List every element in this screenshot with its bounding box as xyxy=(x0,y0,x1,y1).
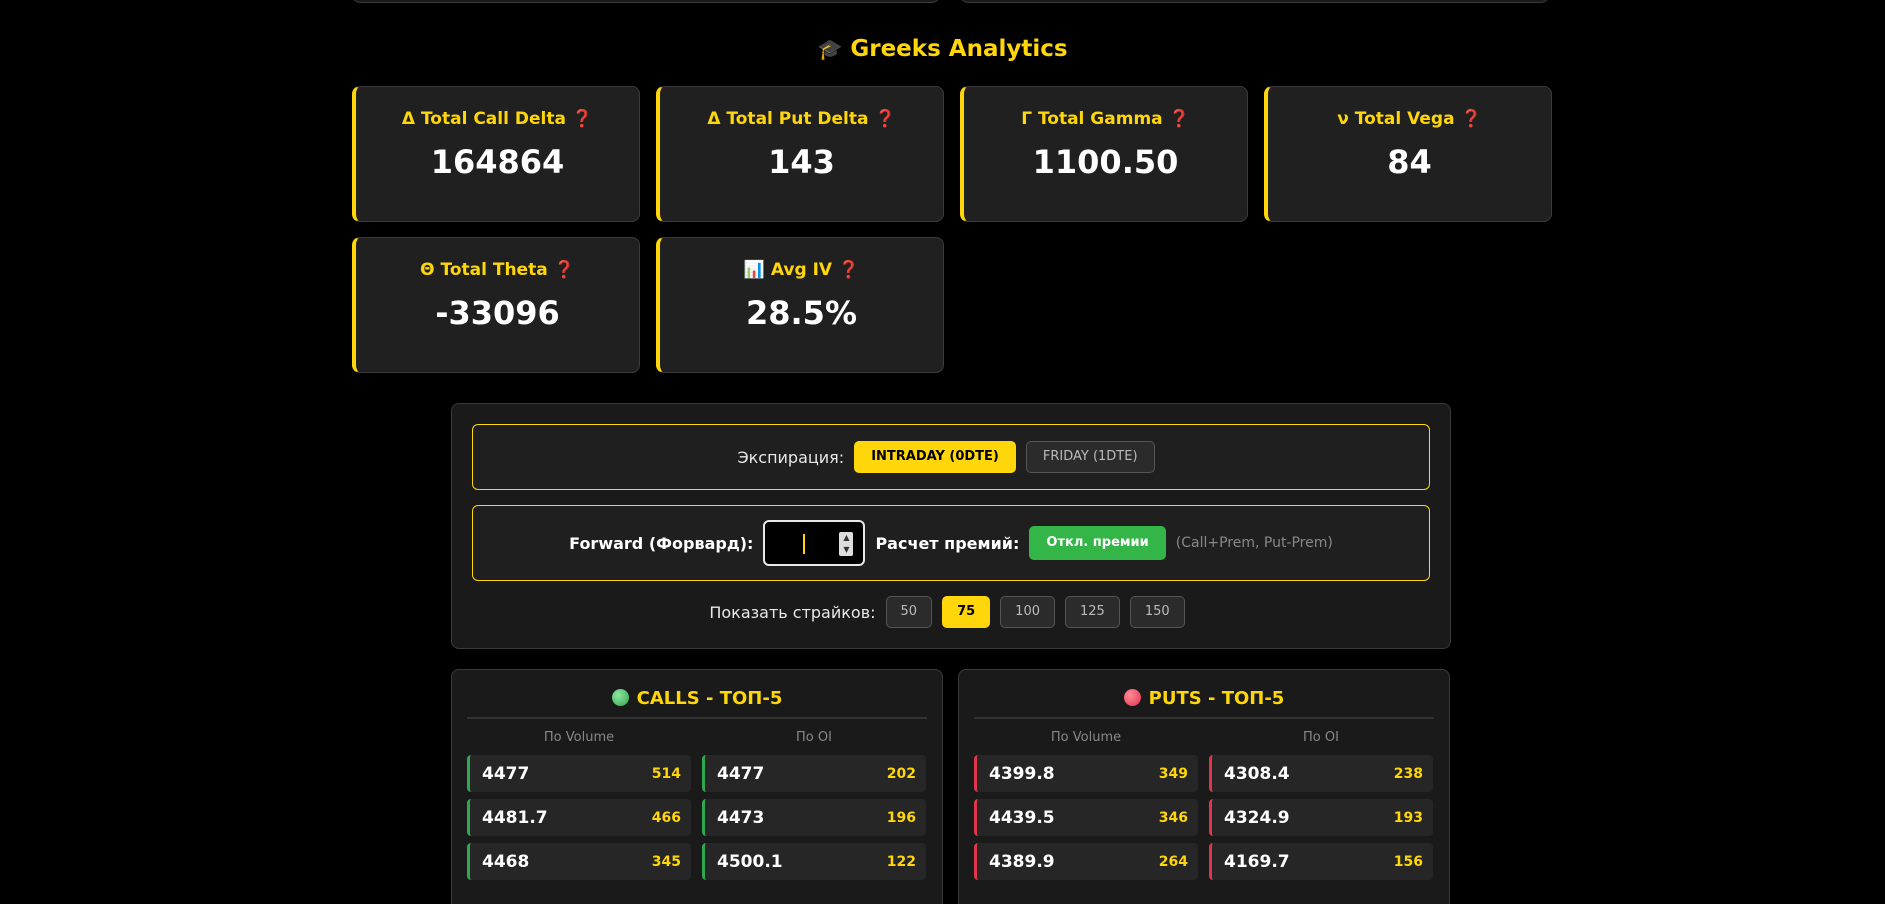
strikes-label: Показать страйков: xyxy=(709,602,876,622)
list-item[interactable]: 4169.7 156 xyxy=(1209,843,1433,880)
list-item[interactable]: 4500.1 122 xyxy=(702,843,926,880)
divider xyxy=(467,717,927,719)
calls-panel: CALLS - ТОП-5 По Volume По OI 4477 514 44… xyxy=(451,669,943,904)
premium-label: Расчет премий: xyxy=(875,533,1020,553)
help-icon[interactable]: ❓ xyxy=(1461,109,1482,129)
card-label: ν Total Vega ❓ xyxy=(1337,109,1482,129)
divider xyxy=(974,717,1434,719)
list-item[interactable]: 4473 196 xyxy=(702,799,926,836)
strikes-50-button[interactable]: 50 xyxy=(885,596,933,628)
expiration-row: Экспирация: INTRADAY (0DTE) FRIDAY (1DTE… xyxy=(472,424,1430,490)
card-label: Θ Total Theta ❓ xyxy=(420,260,575,280)
card-total-theta: Θ Total Theta ❓ -33096 xyxy=(352,237,640,373)
calls-title: CALLS - ТОП-5 xyxy=(452,688,942,709)
card-value: -33096 xyxy=(435,294,560,332)
card-value: 143 xyxy=(768,143,835,181)
card-total-gamma: Γ Total Gamma ❓ 1100.50 xyxy=(960,86,1248,222)
greeks-title-text: Greeks Analytics xyxy=(850,36,1068,62)
expiration-intraday-button[interactable]: INTRADAY (0DTE) xyxy=(854,441,1016,473)
calls-col-volume: По Volume xyxy=(543,730,615,745)
text-cursor xyxy=(803,534,809,554)
controls-panel: Экспирация: INTRADAY (0DTE) FRIDAY (1DTE… xyxy=(451,403,1451,649)
red-circle-icon xyxy=(1123,689,1141,706)
card-value: 164864 xyxy=(430,143,565,181)
card-label: Δ Total Put Delta ❓ xyxy=(707,109,896,129)
card-total-put-delta: Δ Total Put Delta ❓ 143 xyxy=(656,86,944,222)
strikes-125-button[interactable]: 125 xyxy=(1065,596,1120,628)
puts-panel: PUTS - ТОП-5 По Volume По OI 4399.8 349 4… xyxy=(958,669,1450,904)
card-value: 28.5% xyxy=(745,294,857,332)
previous-panel-right xyxy=(960,0,1549,3)
strikes-100-button[interactable]: 100 xyxy=(1000,596,1055,628)
list-item[interactable]: 4308.4 238 xyxy=(1209,755,1433,792)
graduation-cap-icon: 🎓 xyxy=(817,37,843,61)
green-circle-icon xyxy=(611,689,629,706)
premium-hint: (Call+Prem, Put-Prem) xyxy=(1175,535,1333,551)
card-total-call-delta: Δ Total Call Delta ❓ 164864 xyxy=(352,86,640,222)
list-item[interactable]: 4477 202 xyxy=(702,755,926,792)
card-avg-iv: 📊 Avg IV ❓ 28.5% xyxy=(656,237,944,373)
help-icon[interactable]: ❓ xyxy=(1169,109,1190,129)
greeks-section-title: 🎓 Greeks Analytics xyxy=(0,36,1885,62)
puts-col-oi: По OI xyxy=(1303,730,1339,745)
forward-row: Forward (Форвард): ▲ ▼ Расчет премий: Отк… xyxy=(472,505,1430,581)
help-icon[interactable]: ❓ xyxy=(838,260,859,280)
expiration-label: Экспирация: xyxy=(737,447,845,467)
forward-input[interactable]: ▲ ▼ xyxy=(763,520,866,566)
help-icon[interactable]: ❓ xyxy=(874,109,895,129)
card-label: Δ Total Call Delta ❓ xyxy=(401,109,594,129)
list-item[interactable]: 4439.5 346 xyxy=(974,799,1198,836)
puts-col-volume: По Volume xyxy=(1050,730,1122,745)
list-item[interactable]: 4324.9 193 xyxy=(1209,799,1433,836)
card-total-vega: ν Total Vega ❓ 84 xyxy=(1264,86,1552,222)
help-icon[interactable]: ❓ xyxy=(554,260,575,280)
card-value: 1100.50 xyxy=(1032,143,1179,181)
spinner-arrows-icon[interactable]: ▲ ▼ xyxy=(839,532,854,556)
expiration-friday-button[interactable]: FRIDAY (1DTE) xyxy=(1025,441,1155,473)
strikes-150-button[interactable]: 150 xyxy=(1129,596,1185,628)
list-item[interactable]: 4468 345 xyxy=(467,843,691,880)
disable-premium-button[interactable]: Откл. премии xyxy=(1029,526,1166,560)
list-item[interactable]: 4481.7 466 xyxy=(467,799,691,836)
card-label: Γ Total Gamma ❓ xyxy=(1021,109,1190,129)
strikes-75-button[interactable]: 75 xyxy=(942,596,991,628)
list-item[interactable]: 4477 514 xyxy=(467,755,691,792)
puts-title: PUTS - ТОП-5 xyxy=(959,688,1449,709)
list-item[interactable]: 4389.9 264 xyxy=(974,843,1198,880)
card-value: 84 xyxy=(1387,143,1432,181)
previous-panel-left xyxy=(352,0,940,3)
card-label: 📊 Avg IV ❓ xyxy=(743,260,860,280)
calls-col-oi: По OI xyxy=(796,730,832,745)
list-item[interactable]: 4399.8 349 xyxy=(974,755,1198,792)
strikes-row: Показать страйков: 50 75 100 125 150 xyxy=(452,596,1452,628)
forward-label: Forward (Форвард): xyxy=(569,533,754,553)
help-icon[interactable]: ❓ xyxy=(572,109,593,129)
